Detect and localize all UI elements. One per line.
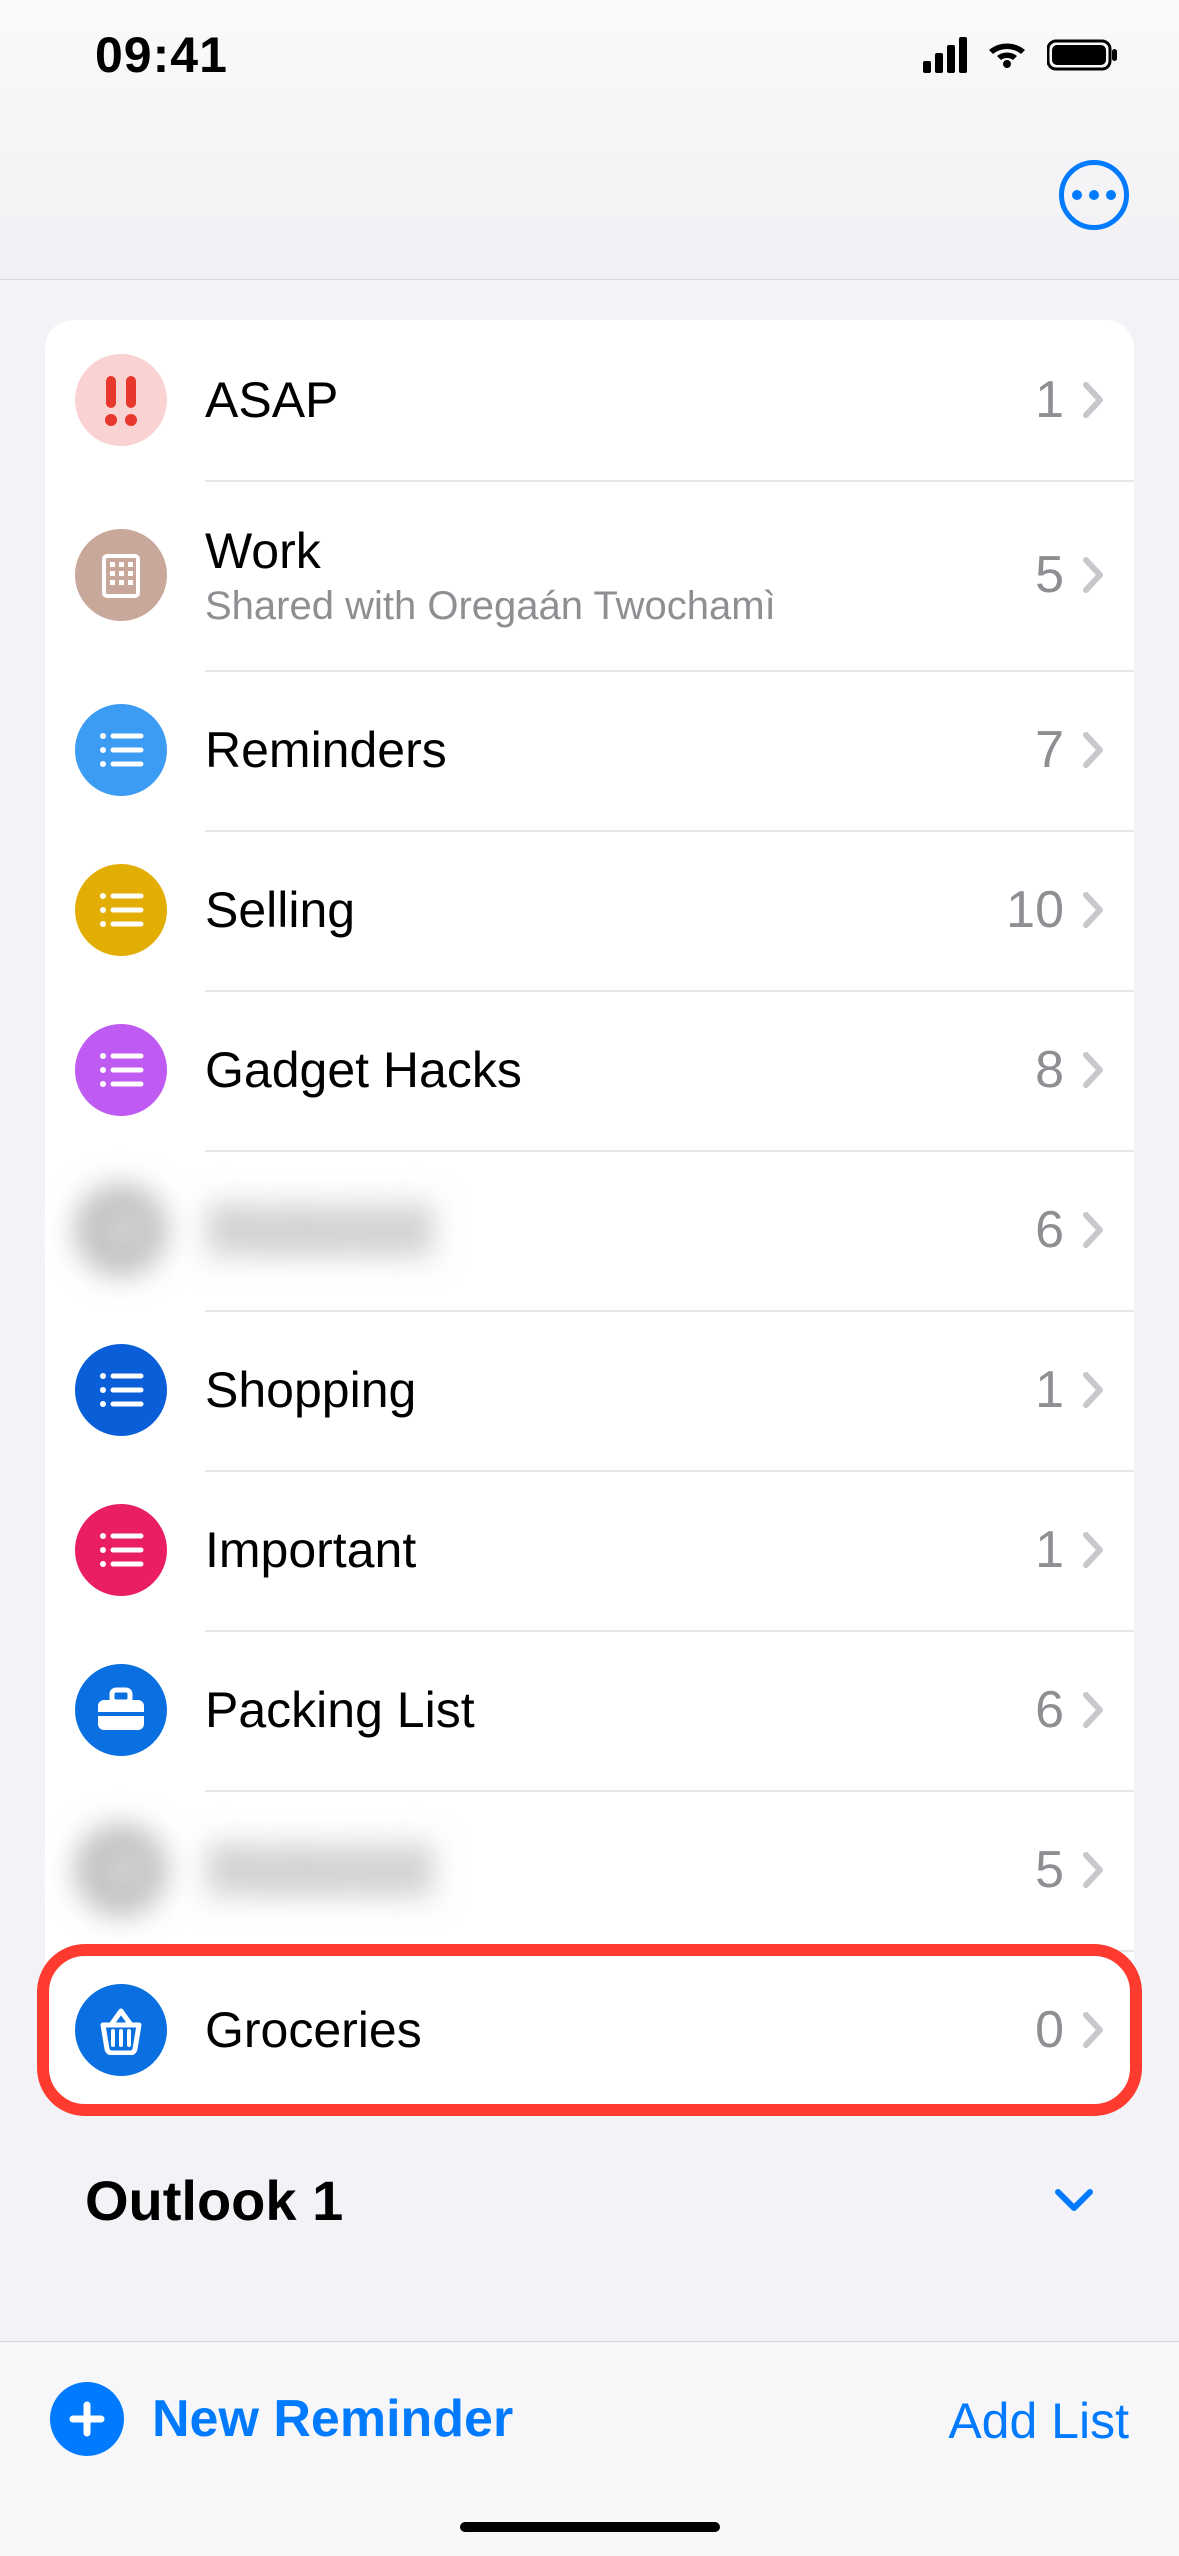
list-count: 1 <box>1035 370 1064 430</box>
list-row-labels: Selling <box>205 881 1006 939</box>
lists-content: ASAP1WorkShared with Oregaán Twochamì5Re… <box>0 280 1179 2233</box>
list-title: Shopping <box>205 1361 1035 1419</box>
status-bar: 09:41 <box>0 0 1179 110</box>
more-button[interactable] <box>1059 160 1129 230</box>
list-row-labels: Shopping <box>205 1361 1035 1419</box>
chevron-right-icon <box>1082 556 1104 594</box>
section-title: Outlook 1 <box>85 2168 343 2233</box>
list-row-labels: Redacted <box>205 1841 1035 1899</box>
basket-icon <box>75 1984 167 2076</box>
chevron-right-icon <box>1082 1691 1104 1729</box>
list-icon <box>75 1824 167 1916</box>
list-count: 6 <box>1035 1680 1064 1740</box>
list-icon <box>75 1184 167 1276</box>
list-row-labels: Gadget Hacks <box>205 1041 1035 1099</box>
list-count: 5 <box>1035 1840 1064 1900</box>
list-row-work[interactable]: WorkShared with Oregaán Twochamì5 <box>45 480 1134 670</box>
home-indicator <box>460 2522 720 2532</box>
new-reminder-label: New Reminder <box>152 2389 513 2449</box>
list-row-asap[interactable]: ASAP1 <box>45 320 1134 480</box>
list-row-redacted2[interactable]: Redacted 5 <box>45 1790 1134 1950</box>
list-row-reminders[interactable]: Reminders7 <box>45 670 1134 830</box>
top-nav <box>0 110 1179 280</box>
list-title: Reminders <box>205 721 1035 779</box>
list-count: 1 <box>1035 1360 1064 1420</box>
chevron-down-icon <box>1054 2188 1094 2214</box>
list-count: 6 <box>1035 1200 1064 1260</box>
list-row-selling[interactable]: Selling10 <box>45 830 1134 990</box>
list-title: Redacted <box>205 1841 435 1899</box>
section-header-outlook[interactable]: Outlook 1 <box>45 2110 1134 2233</box>
building-icon <box>75 529 167 621</box>
list-count: 10 <box>1006 880 1064 940</box>
chevron-right-icon <box>1082 1211 1104 1249</box>
double-exclaim-icon <box>75 354 167 446</box>
list-count: 1 <box>1035 1520 1064 1580</box>
list-icon <box>75 1504 167 1596</box>
list-title: ASAP <box>205 371 1035 429</box>
battery-icon <box>1047 38 1119 72</box>
plus-circle-icon <box>50 2382 124 2456</box>
list-row-labels: Groceries <box>205 2001 1035 2059</box>
list-row-labels: Reminders <box>205 721 1035 779</box>
lists-card: ASAP1WorkShared with Oregaán Twochamì5Re… <box>45 320 1134 2110</box>
list-title: Packing List <box>205 1681 1035 1739</box>
list-subtitle: Shared with Oregaán Twochamì <box>205 584 1035 629</box>
briefcase-icon <box>75 1664 167 1756</box>
list-row-shopping[interactable]: Shopping1 <box>45 1310 1134 1470</box>
list-icon <box>75 704 167 796</box>
list-row-labels: Packing List <box>205 1681 1035 1739</box>
list-title: Groceries <box>205 2001 1035 2059</box>
list-title: Redacted <box>205 1201 435 1259</box>
list-row-labels: WorkShared with Oregaán Twochamì <box>205 522 1035 629</box>
list-icon <box>75 1344 167 1436</box>
list-row-redacted1[interactable]: Redacted 6 <box>45 1150 1134 1310</box>
chevron-right-icon <box>1082 2011 1104 2049</box>
list-row-packing[interactable]: Packing List6 <box>45 1630 1134 1790</box>
chevron-right-icon <box>1082 1051 1104 1089</box>
list-icon <box>75 1024 167 1116</box>
list-row-important[interactable]: Important1 <box>45 1470 1134 1630</box>
chevron-right-icon <box>1082 1371 1104 1409</box>
list-title: Selling <box>205 881 1006 939</box>
list-icon <box>75 864 167 956</box>
list-title: Gadget Hacks <box>205 1041 1035 1099</box>
list-row-groceries[interactable]: Groceries0 <box>45 1950 1134 2110</box>
chevron-right-icon <box>1082 891 1104 929</box>
status-time: 09:41 <box>95 26 228 84</box>
status-indicators <box>923 37 1119 73</box>
list-count: 0 <box>1035 2000 1064 2060</box>
list-count: 5 <box>1035 545 1064 605</box>
list-row-labels: Important <box>205 1521 1035 1579</box>
chevron-right-icon <box>1082 381 1104 419</box>
chevron-right-icon <box>1082 1851 1104 1889</box>
chevron-right-icon <box>1082 1531 1104 1569</box>
list-row-gadget[interactable]: Gadget Hacks8 <box>45 990 1134 1150</box>
wifi-icon <box>985 38 1029 72</box>
list-row-labels: ASAP <box>205 371 1035 429</box>
list-row-labels: Redacted <box>205 1201 1035 1259</box>
chevron-right-icon <box>1082 731 1104 769</box>
list-count: 7 <box>1035 720 1064 780</box>
new-reminder-button[interactable]: New Reminder <box>50 2382 513 2456</box>
add-list-button[interactable]: Add List <box>948 2382 1129 2450</box>
list-title: Important <box>205 1521 1035 1579</box>
list-title: Work <box>205 522 1035 580</box>
more-dots-icon <box>1072 190 1082 200</box>
cellular-icon <box>923 37 967 73</box>
list-count: 8 <box>1035 1040 1064 1100</box>
